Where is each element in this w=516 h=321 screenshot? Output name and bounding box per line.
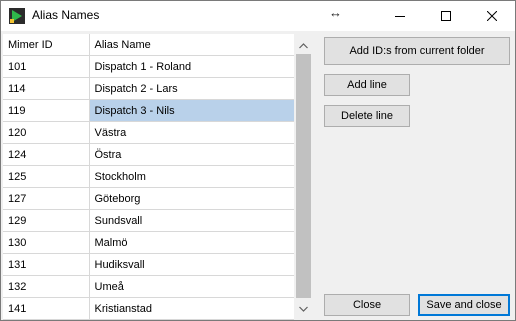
table-row[interactable]: 125 Stockholm — [3, 165, 294, 188]
table-row[interactable]: 132 Umeå — [3, 275, 294, 298]
mimer-id-cell[interactable]: 119 — [3, 99, 90, 122]
chevron-down-icon — [299, 306, 308, 312]
column-header-alias-name[interactable]: Alias Name — [89, 34, 294, 56]
table-row-selected[interactable]: 119 Dispatch 3 - Nils — [3, 99, 294, 122]
mimer-id-cell[interactable]: 127 — [3, 187, 90, 210]
vertical-scrollbar[interactable] — [295, 34, 312, 320]
window-title: Alias Names — [32, 8, 100, 22]
maximize-icon — [441, 11, 451, 21]
column-header-mimer-id[interactable]: Mimer ID — [3, 34, 90, 56]
table-row[interactable]: 101 Dispatch 1 - Roland — [3, 55, 294, 78]
table-row[interactable]: 114 Dispatch 2 - Lars — [3, 77, 294, 100]
table-header-row: Mimer ID Alias Name — [3, 34, 294, 56]
table-row[interactable]: 127 Göteborg — [3, 187, 294, 210]
table-row[interactable]: 131 Hudiksvall — [3, 253, 294, 276]
table-row[interactable]: 129 Sundsvall — [3, 209, 294, 232]
alias-name-cell[interactable]: Dispatch 2 - Lars — [89, 77, 294, 100]
minimize-button[interactable] — [377, 1, 423, 31]
alias-names-window: Alias Names ↔ Mimer ID Alias Name 101 Di… — [0, 0, 516, 321]
mimer-id-cell[interactable]: 129 — [3, 209, 90, 232]
scroll-thumb[interactable] — [296, 54, 311, 298]
mimer-id-cell[interactable]: 120 — [3, 121, 90, 144]
alias-name-cell[interactable]: Umeå — [89, 275, 294, 298]
save-and-close-button[interactable]: Save and close — [418, 294, 510, 316]
mimer-id-cell[interactable]: 125 — [3, 165, 90, 188]
scroll-up-button[interactable] — [295, 37, 312, 54]
title-bar[interactable]: Alias Names ↔ — [1, 1, 515, 31]
mimer-id-cell[interactable]: 130 — [3, 231, 90, 254]
close-window-button[interactable] — [469, 1, 515, 31]
mimer-id-cell[interactable]: 124 — [3, 143, 90, 166]
alias-name-cell[interactable]: Östra — [89, 143, 294, 166]
alias-name-cell[interactable]: Göteborg — [89, 187, 294, 210]
mimer-id-cell[interactable]: 101 — [3, 55, 90, 78]
chevron-up-icon — [299, 42, 308, 48]
mimer-id-cell[interactable]: 131 — [3, 253, 90, 276]
app-icon — [9, 8, 25, 24]
add-ids-from-folder-button[interactable]: Add ID:s from current folder — [324, 37, 510, 65]
table-row[interactable]: 124 Östra — [3, 143, 294, 166]
alias-name-cell[interactable]: Västra — [89, 121, 294, 144]
maximize-button[interactable] — [423, 1, 469, 31]
minimize-icon — [395, 16, 405, 17]
table-row[interactable]: 141 Kristianstad — [3, 297, 294, 320]
alias-name-cell[interactable]: Malmö — [89, 231, 294, 254]
alias-table[interactable]: Mimer ID Alias Name 101 Dispatch 1 - Rol… — [3, 34, 294, 320]
alias-name-cell[interactable]: Hudiksvall — [89, 253, 294, 276]
alias-name-cell[interactable]: Kristianstad — [89, 297, 294, 320]
add-line-button[interactable]: Add line — [324, 74, 410, 96]
mimer-id-cell[interactable]: 114 — [3, 77, 90, 100]
resize-cursor-icon: ↔ — [329, 5, 342, 20]
delete-line-button[interactable]: Delete line — [324, 105, 410, 127]
alias-name-cell[interactable]: Dispatch 1 - Roland — [89, 55, 294, 78]
alias-name-cell[interactable]: Stockholm — [89, 165, 294, 188]
alias-name-cell[interactable]: Sundsvall — [89, 209, 294, 232]
table-row[interactable]: 120 Västra — [3, 121, 294, 144]
close-button[interactable]: Close — [324, 294, 410, 316]
scroll-down-button[interactable] — [295, 300, 312, 317]
mimer-id-cell[interactable]: 132 — [3, 275, 90, 298]
table-row[interactable]: 130 Malmö — [3, 231, 294, 254]
close-icon — [487, 11, 497, 21]
alias-name-cell-selected[interactable]: Dispatch 3 - Nils — [89, 99, 294, 122]
mimer-id-cell[interactable]: 141 — [3, 297, 90, 320]
